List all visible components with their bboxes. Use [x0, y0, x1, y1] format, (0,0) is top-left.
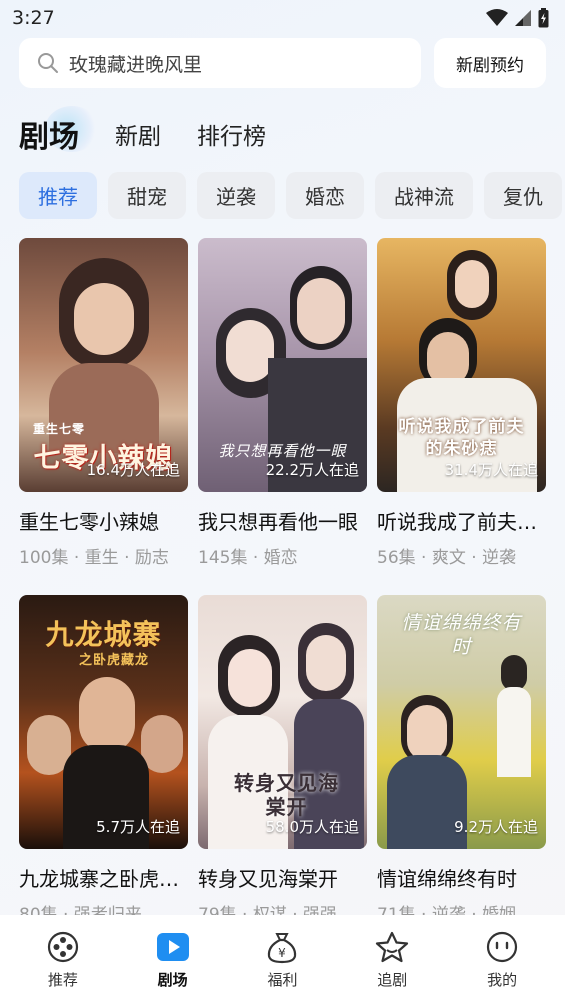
- new-drama-reserve-button[interactable]: 新剧预约: [434, 38, 546, 88]
- drama-card[interactable]: 情谊绵绵终有时 9.2万人在追 情谊绵绵终有时 71集 · 逆袭 · 婚姻: [377, 595, 546, 925]
- nav-follow[interactable]: 追剧: [347, 929, 437, 1004]
- category-chips: 推荐 甜宠 逆袭 婚恋 战神流 复仇: [19, 172, 565, 220]
- chip-revenge[interactable]: 复仇: [484, 172, 562, 219]
- poster-title-text: 转身又见海棠开: [234, 771, 339, 819]
- poster-title-text: 九龙城寨: [45, 618, 162, 651]
- drama-card[interactable]: 九龙城寨 之卧虎藏龙 5.7万人在追 九龙城寨之卧虎藏龙 80集 · 强者归来: [19, 595, 188, 925]
- chip-marriage[interactable]: 婚恋: [286, 172, 364, 219]
- poster-title-text: 情谊绵绵终有时: [401, 612, 522, 658]
- nav-recommend[interactable]: 推荐: [18, 929, 108, 1004]
- poster-image[interactable]: 我只想再看他一眼 22.2万人在追: [198, 238, 367, 492]
- status-icons: [486, 8, 549, 28]
- drama-card[interactable]: 我只想再看他一眼 22.2万人在追 我只想再看他一眼 145集 · 婚恋: [198, 238, 367, 568]
- poster-image[interactable]: 九龙城寨 之卧虎藏龙 5.7万人在追: [19, 595, 188, 849]
- poster-title-text: 我只想再看他一眼: [218, 442, 347, 460]
- main-tabs: 剧场 新剧 排行榜: [19, 106, 302, 158]
- search-placeholder: 玫瑰藏进晚风里: [69, 53, 203, 76]
- poster-subtitle: 重生七零: [33, 422, 86, 436]
- chip-recommend[interactable]: 推荐: [19, 172, 97, 219]
- play-icon: [156, 929, 190, 965]
- tab-theater[interactable]: 剧场: [19, 106, 99, 156]
- drama-title[interactable]: 情谊绵绵终有时: [377, 863, 546, 892]
- poster-subtitle: 之卧虎藏龙: [79, 653, 150, 668]
- nav-theater[interactable]: 剧场: [128, 929, 218, 1004]
- watchers-count: 16.4万人在追: [86, 461, 180, 479]
- nav-welfare[interactable]: ¥ 福利: [237, 929, 327, 1004]
- search-icon: [38, 53, 58, 73]
- svg-text:¥: ¥: [279, 946, 287, 960]
- tab-new-drama[interactable]: 新剧: [115, 117, 161, 151]
- watchers-count: 31.4万人在追: [444, 461, 538, 479]
- film-reel-icon: [47, 929, 79, 965]
- status-bar: 3:27: [0, 0, 565, 36]
- drama-meta: 145集 · 婚恋: [198, 548, 298, 568]
- chip-comeback[interactable]: 逆袭: [197, 172, 275, 219]
- drama-title[interactable]: 我只想再看他一眼: [198, 506, 367, 535]
- search-row: 玫瑰藏进晚风里 新剧预约: [19, 38, 546, 88]
- poster-image[interactable]: 转身又见海棠开 58.0万人在追: [198, 595, 367, 849]
- poster-image[interactable]: 情谊绵绵终有时 9.2万人在追: [377, 595, 546, 849]
- nav-label: 推荐: [47, 971, 78, 989]
- bottom-nav: 推荐 剧场 ¥ 福利 追剧 我的: [0, 915, 565, 1004]
- battery-icon: [538, 8, 549, 28]
- face-icon: [486, 929, 518, 965]
- signal-icon: [515, 10, 531, 26]
- poster-title-text: 听说我成了前夫的朱砂痣: [398, 417, 525, 459]
- drama-title[interactable]: 重生七零小辣媳: [19, 506, 188, 535]
- nav-label: 福利: [267, 971, 298, 989]
- watchers-count: 22.2万人在追: [265, 461, 359, 479]
- poster-image[interactable]: 重生七零 七零小辣媳 16.4万人在追: [19, 238, 188, 492]
- star-icon: [375, 929, 409, 965]
- drama-card[interactable]: 转身又见海棠开 58.0万人在追 转身又见海棠开 79集 · 权谋 · 强强: [198, 595, 367, 925]
- money-bag-icon: ¥: [266, 929, 298, 965]
- wifi-icon: [486, 9, 508, 26]
- drama-card[interactable]: 听说我成了前夫的朱砂痣 31.4万人在追 听说我成了前夫的朱砂痣 56集 · 爽…: [377, 238, 546, 568]
- drama-meta: 56集 · 爽文 · 逆袭: [377, 548, 517, 568]
- chip-sweet[interactable]: 甜宠: [108, 172, 186, 219]
- nav-label: 剧场: [157, 971, 188, 989]
- tab-ranking[interactable]: 排行榜: [197, 117, 266, 151]
- drama-meta: 100集 · 重生 · 励志: [19, 548, 169, 568]
- drama-title[interactable]: 九龙城寨之卧虎藏龙: [19, 863, 188, 892]
- poster-image[interactable]: 听说我成了前夫的朱砂痣 31.4万人在追: [377, 238, 546, 492]
- chip-war-god[interactable]: 战神流: [375, 172, 473, 219]
- nav-mine[interactable]: 我的: [457, 929, 547, 1004]
- drama-card[interactable]: 重生七零 七零小辣媳 16.4万人在追 重生七零小辣媳 100集 · 重生 · …: [19, 238, 188, 568]
- watchers-count: 5.7万人在追: [96, 818, 180, 836]
- drama-title[interactable]: 听说我成了前夫的朱砂痣: [377, 506, 546, 535]
- watchers-count: 58.0万人在追: [265, 818, 359, 836]
- watchers-count: 9.2万人在追: [454, 818, 538, 836]
- nav-label: 我的: [487, 971, 518, 989]
- search-input[interactable]: 玫瑰藏进晚风里: [19, 38, 421, 88]
- nav-label: 追剧: [377, 971, 408, 989]
- drama-title[interactable]: 转身又见海棠开: [198, 863, 367, 892]
- status-time: 3:27: [12, 7, 55, 29]
